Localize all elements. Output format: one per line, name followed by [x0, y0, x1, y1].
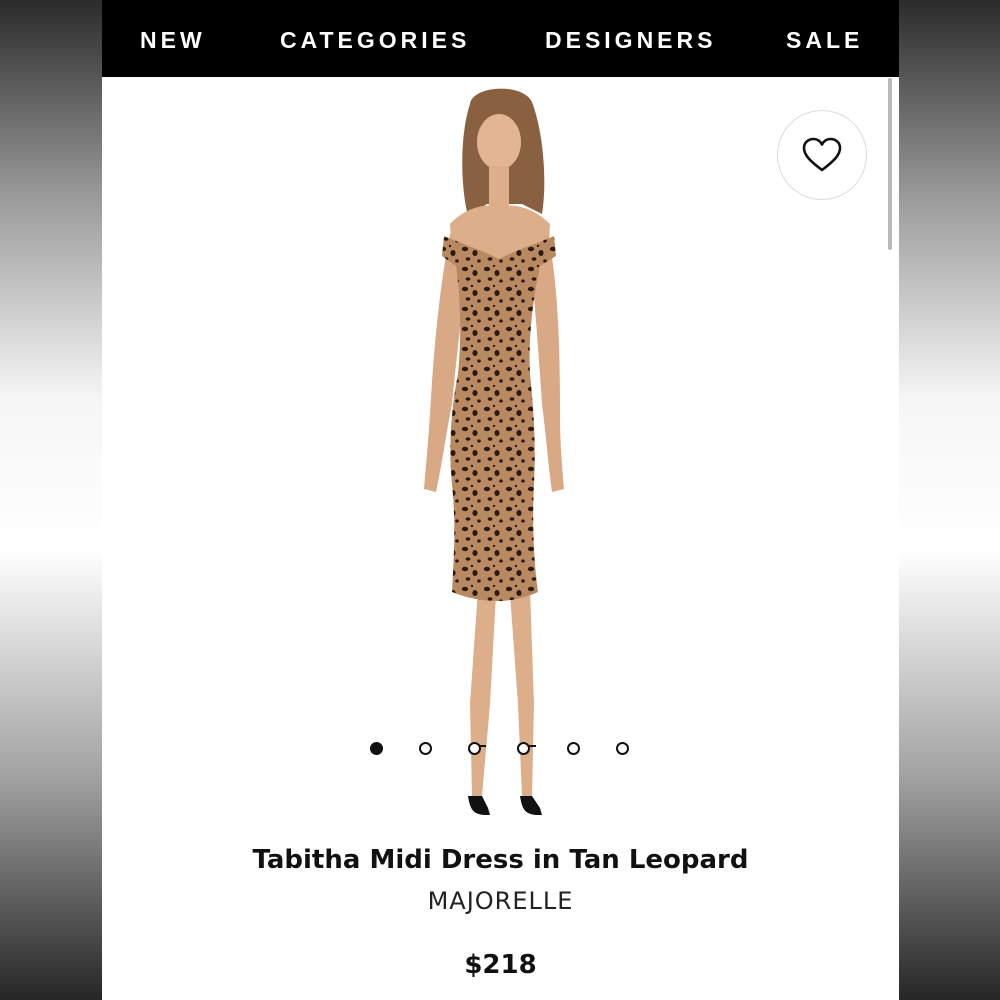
wishlist-button[interactable] [777, 110, 867, 200]
product-image[interactable] [372, 84, 622, 829]
heart-icon [802, 137, 842, 172]
carousel-dot[interactable] [567, 742, 580, 755]
background-blur-left [0, 0, 102, 1000]
nav-item-new[interactable]: NEW [140, 27, 206, 54]
product-price: $218 [464, 950, 537, 980]
background-blur-right [898, 0, 1000, 1000]
product-brand[interactable]: MAJORELLE [102, 887, 899, 915]
product-title: Tabitha Midi Dress in Tan Leopard [252, 845, 749, 875]
carousel-dot[interactable] [370, 742, 383, 755]
app-screen: NEW CATEGORIES DESIGNERS SALE Tabitha Mi… [102, 0, 899, 1000]
nav-item-sale[interactable]: SALE [786, 27, 863, 54]
top-navigation: NEW CATEGORIES DESIGNERS SALE [102, 0, 899, 77]
carousel-dot[interactable] [468, 742, 481, 755]
carousel-dot[interactable] [419, 742, 432, 755]
carousel-indicators [370, 742, 640, 760]
carousel-dot[interactable] [517, 742, 530, 755]
carousel-dot[interactable] [616, 742, 629, 755]
nav-item-designers[interactable]: DESIGNERS [545, 27, 716, 54]
scrollbar[interactable] [888, 78, 892, 250]
nav-item-categories[interactable]: CATEGORIES [280, 27, 470, 54]
